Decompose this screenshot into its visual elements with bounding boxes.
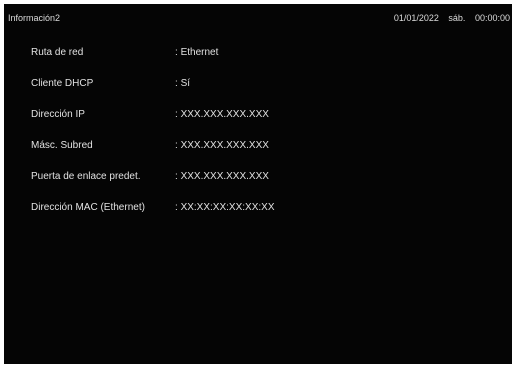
info-row-default-gateway: Puerta de enlace predet. XXX.XXX.XXX.XXX — [31, 171, 491, 202]
screen-title: Información2 — [8, 13, 61, 23]
info-label: Másc. Subred — [31, 140, 93, 151]
info-label: Ruta de red — [31, 47, 84, 58]
info-label: Cliente DHCP — [31, 78, 94, 89]
info-value: XXX.XXX.XXX.XXX — [175, 140, 269, 151]
date-text: 01/01/2022 — [393, 13, 439, 23]
info-row-ip-address: Dirección IP XXX.XXX.XXX.XXX — [31, 109, 491, 140]
datetime-display: 01/01/2022 sáb. 00:00:00 — [387, 13, 510, 23]
info-row-dhcp-client: Cliente DHCP Sí — [31, 78, 491, 109]
info-label: Puerta de enlace predet. — [31, 171, 141, 182]
info-row-mac-address: Dirección MAC (Ethernet) XX:XX:XX:XX:XX:… — [31, 202, 491, 233]
info-value: XXX.XXX.XXX.XXX — [175, 109, 269, 120]
info-label: Dirección MAC (Ethernet) — [31, 202, 145, 213]
info-row-network-path: Ruta de red Ethernet — [31, 47, 491, 78]
info-label: Dirección IP — [31, 109, 85, 120]
info-value: XX:XX:XX:XX:XX:XX — [175, 202, 275, 213]
info-value: Sí — [175, 78, 190, 89]
top-bar: Información2 01/01/2022 sáb. 00:00:00 — [4, 4, 512, 32]
weekday-text: sáb. — [448, 13, 466, 23]
info-value: Ethernet — [175, 47, 219, 58]
network-info-list: Ruta de red Ethernet Cliente DHCP Sí Dir… — [31, 47, 491, 233]
info-screen: Información2 01/01/2022 sáb. 00:00:00 Ru… — [4, 4, 512, 364]
info-row-subnet-mask: Másc. Subred XXX.XXX.XXX.XXX — [31, 140, 491, 171]
info-value: XXX.XXX.XXX.XXX — [175, 171, 269, 182]
time-text: 00:00:00 — [474, 13, 510, 23]
